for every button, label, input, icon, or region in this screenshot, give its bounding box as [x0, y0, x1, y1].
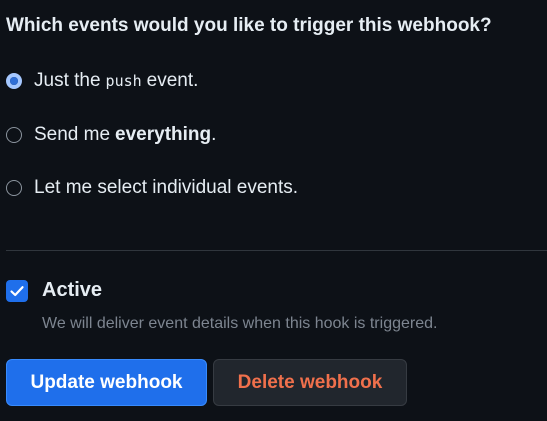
radio-everything-suffix: . — [211, 124, 217, 145]
radio-individual-label: Let me select individual events. — [34, 177, 299, 198]
radio-push-code: push — [105, 72, 142, 90]
radio-option-everything[interactable]: Send me everything . — [6, 124, 216, 146]
radio-everything[interactable] — [6, 127, 22, 143]
active-checkbox-row[interactable]: Active — [6, 279, 102, 302]
radio-individual[interactable] — [6, 180, 22, 196]
radio-push-selected[interactable] — [6, 73, 22, 89]
radio-push-prefix: Just the — [34, 70, 101, 91]
update-webhook-button[interactable]: Update webhook — [6, 359, 207, 406]
active-label: Active — [42, 279, 103, 301]
active-description: We will deliver event details when this … — [42, 315, 438, 332]
radio-everything-prefix: Send me — [34, 124, 111, 145]
webhook-events-question: Which events would you like to trigger t… — [6, 15, 492, 36]
section-divider — [6, 250, 547, 251]
checkmark-icon — [10, 285, 24, 296]
radio-push-suffix: event. — [146, 70, 199, 91]
radio-option-individual[interactable]: Let me select individual events. — [6, 177, 298, 199]
active-checkbox[interactable] — [6, 279, 28, 302]
radio-option-push[interactable]: Just the push event. — [6, 70, 198, 92]
radio-everything-bold: everything — [115, 124, 212, 145]
delete-webhook-button[interactable]: Delete webhook — [213, 359, 407, 406]
